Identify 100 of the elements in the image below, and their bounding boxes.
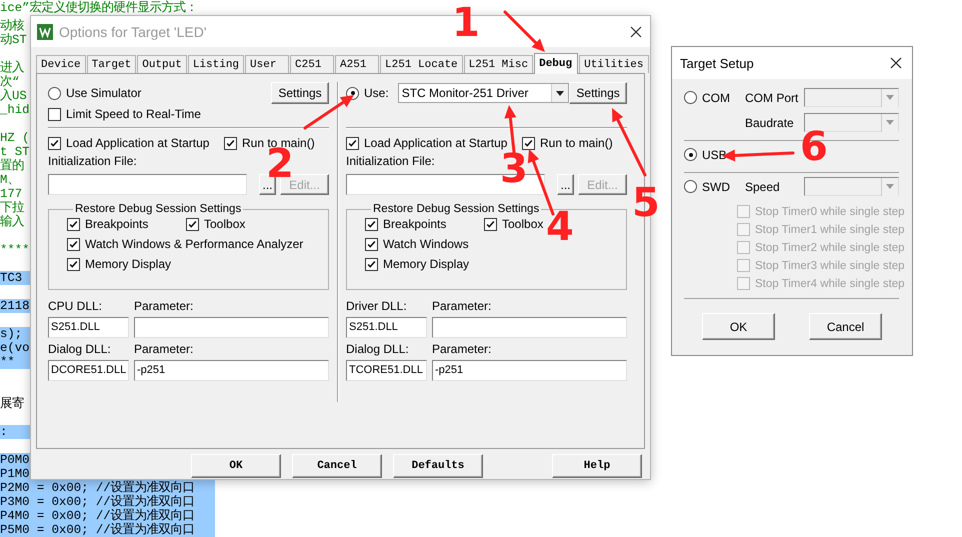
checkbox-label: Load Application at Startup <box>364 136 508 150</box>
radio-label: Use Simulator <box>66 86 142 100</box>
checkbox-label: Watch Windows & Performance Analyzer <box>85 237 304 251</box>
checkmark-icon <box>347 138 358 148</box>
input-field[interactable] <box>432 317 627 338</box>
field-label: Driver DLL: <box>346 298 408 314</box>
dropdown[interactable] <box>804 113 899 132</box>
checkbox[interactable] <box>365 218 378 230</box>
radio-button[interactable] <box>684 180 697 193</box>
code-line: **** <box>0 243 30 257</box>
field-label: Initialization File: <box>48 153 137 169</box>
tab[interactable]: C251 <box>290 55 334 73</box>
checkbox[interactable] <box>186 218 199 230</box>
checkbox[interactable] <box>346 136 359 150</box>
checkbox[interactable] <box>67 218 80 230</box>
browse-button[interactable]: ... <box>557 174 574 195</box>
group-title: Restore Debug Session Settings <box>372 203 540 215</box>
tab[interactable]: Target <box>86 55 136 73</box>
dialog-button[interactable]: Cancel <box>292 454 382 478</box>
checkmark-icon <box>68 258 79 270</box>
tab[interactable]: A251 <box>335 55 380 73</box>
dialog-button[interactable]: Defaults <box>393 454 483 478</box>
code-line: HZ ( <box>0 131 30 145</box>
checkmark-icon <box>187 218 198 230</box>
radio-button[interactable] <box>48 86 61 100</box>
settings-button[interactable]: Settings <box>271 82 329 104</box>
tab[interactable]: Output <box>137 55 187 73</box>
tab[interactable]: Utilities <box>579 55 649 73</box>
close-icon[interactable] <box>890 57 902 69</box>
close-icon[interactable] <box>630 26 642 38</box>
radio-label: Use: <box>364 86 389 100</box>
input-field[interactable] <box>48 174 247 195</box>
tab[interactable]: L251 Misc <box>464 55 534 73</box>
radio-button[interactable] <box>684 91 697 104</box>
input-field[interactable]: -p251 <box>432 360 627 381</box>
checkbox[interactable] <box>48 136 61 150</box>
code-line: 展寄 <box>0 397 24 411</box>
tab[interactable]: L251 Locate <box>380 55 463 73</box>
code-line: 置的 <box>0 159 24 173</box>
arrow <box>504 10 545 52</box>
checkmark-icon <box>523 138 534 148</box>
checkbox-label: Memory Display <box>85 257 172 271</box>
dialog-button[interactable]: Cancel <box>809 313 882 340</box>
tab[interactable]: Listing <box>188 55 244 73</box>
checkbox-label: Stop Timer4 while single step <box>755 278 905 290</box>
caret-icon <box>886 95 894 100</box>
radio-label: USB <box>702 148 727 162</box>
checkbox[interactable] <box>48 108 61 120</box>
checkbox-label: Stop Timer3 while single step <box>755 260 905 272</box>
annotation-number: 5 <box>632 188 660 220</box>
settings-button[interactable]: Settings <box>569 82 627 104</box>
checkbox[interactable] <box>67 238 80 250</box>
checkbox-label: Stop Timer2 while single step <box>755 242 905 254</box>
checkbox-label: Toolbox <box>204 217 246 231</box>
radio-button[interactable] <box>684 148 697 161</box>
dropdown[interactable] <box>804 177 899 196</box>
field-label: COM Port <box>745 90 800 104</box>
input-field[interactable]: TCORE51.DLL <box>346 360 427 381</box>
tab[interactable]: Device <box>36 55 86 73</box>
dialog-button[interactable]: OK <box>702 313 775 340</box>
code-line: ice”宏定义使切换的硬件显示方式： <box>0 1 198 15</box>
input-field[interactable]: -p251 <box>134 360 329 381</box>
dropdown[interactable] <box>804 88 899 107</box>
checkbox-label: Memory Display <box>383 257 470 271</box>
checkbox[interactable] <box>365 258 378 270</box>
checkbox-label: Watch Windows <box>383 237 469 251</box>
caret-icon <box>556 90 564 96</box>
tab[interactable]: User <box>245 55 290 73</box>
checkbox-label: Toolbox <box>502 217 544 231</box>
checkbox[interactable] <box>522 136 535 150</box>
code-line: 入US <box>0 89 27 103</box>
field-label: Initialization File: <box>346 153 435 169</box>
code-line: t ST <box>0 145 30 159</box>
checkmark-icon <box>366 238 377 250</box>
dialog-button[interactable]: Help <box>552 454 642 478</box>
window-title: Target Setup <box>680 56 754 70</box>
checkbox[interactable] <box>484 218 497 230</box>
driver-dropdown[interactable]: STC Monitor-251 Driver <box>398 83 570 103</box>
field-label: Parameter: <box>432 298 492 314</box>
radio-label: SWD <box>702 180 730 194</box>
code-line: 下拉 <box>0 201 24 215</box>
input-field[interactable]: DCORE51.DLL <box>48 360 129 381</box>
checkbox[interactable] <box>365 238 378 250</box>
group-title: Restore Debug Session Settings <box>74 203 242 215</box>
input-field[interactable]: S251.DLL <box>346 317 427 338</box>
checkbox-label: Limit Speed to Real-Time <box>66 107 201 121</box>
checkbox[interactable] <box>224 136 237 150</box>
checkmark-icon <box>485 218 496 230</box>
radio-label: COM <box>702 90 730 104</box>
dialog-button[interactable]: OK <box>191 454 281 478</box>
code-line: 177 <box>0 187 22 201</box>
field-label: Baudrate <box>745 116 795 130</box>
tab[interactable]: Debug <box>534 53 578 74</box>
caret-icon <box>886 120 894 125</box>
field-label: Parameter: <box>134 341 194 357</box>
code-line: _hid <box>0 103 30 117</box>
checkbox[interactable] <box>67 258 80 270</box>
checkbox-label: Breakpoints <box>85 217 148 231</box>
input-field[interactable] <box>134 317 329 338</box>
input-field[interactable]: S251.DLL <box>48 317 129 338</box>
